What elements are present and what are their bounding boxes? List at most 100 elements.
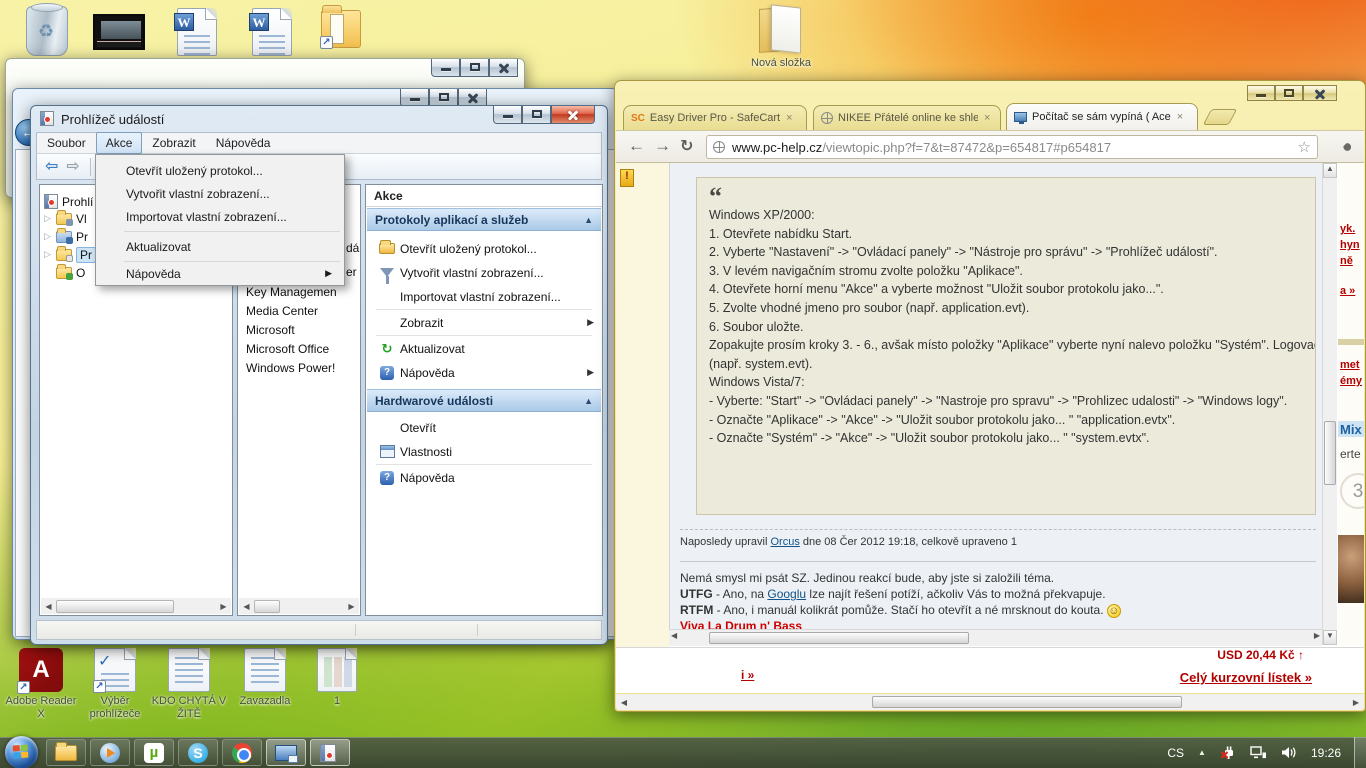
- horizontal-scrollbar[interactable]: ◀ ▶: [239, 598, 359, 614]
- forward-arrow-icon[interactable]: ⇨: [66, 159, 79, 175]
- taskbar-utorrent[interactable]: µ: [134, 739, 174, 766]
- sidebar-link[interactable]: émy: [1340, 375, 1362, 387]
- scrollbar-thumb[interactable]: [709, 632, 969, 644]
- taskbar-windows-explorer[interactable]: [46, 739, 86, 766]
- desktop-icon-word-document-1[interactable]: W: [158, 8, 236, 56]
- expand-icon[interactable]: ▷: [44, 249, 56, 260]
- sidebar-link[interactable]: hyn: [1340, 239, 1360, 251]
- tab-close-icon[interactable]: ×: [786, 112, 792, 124]
- titlebar[interactable]: Prohlížeč událostí: [31, 106, 607, 132]
- tree-item-vlastni-zobrazeni[interactable]: ▷ Vl: [44, 210, 87, 227]
- volume-icon[interactable]: [1281, 746, 1297, 759]
- browser-window[interactable]: SC Easy Driver Pro - SafeCart × NIKEE Př…: [614, 80, 1366, 712]
- back-button[interactable]: ←: [628, 136, 645, 156]
- tab-pocitac-se-sam-vypina[interactable]: Počítač se sám vypíná ( Ace ×: [1006, 103, 1198, 130]
- actions-group-hardwarove[interactable]: Hardwarové události ▲: [367, 389, 601, 412]
- menu-akce[interactable]: Akce: [96, 132, 143, 154]
- tab-close-icon[interactable]: ×: [984, 112, 990, 124]
- list-item[interactable]: Windows Power!: [246, 361, 335, 375]
- scroll-right-icon[interactable]: ▶: [344, 602, 359, 611]
- tree-item-protokoly-windows[interactable]: ▷ Pr: [44, 228, 88, 245]
- scroll-up-icon[interactable]: ▲: [1323, 163, 1337, 178]
- sidebar-link[interactable]: a »: [1340, 285, 1355, 297]
- scroll-left-icon[interactable]: ◀: [671, 631, 677, 640]
- minimize-button[interactable]: [431, 59, 460, 77]
- menu-item-create-custom-view[interactable]: Vytvořit vlastní zobrazení...: [98, 182, 342, 205]
- new-tab-button[interactable]: [1203, 109, 1238, 125]
- taskbar-chrome[interactable]: [222, 739, 262, 766]
- scroll-right-icon[interactable]: ▶: [1348, 698, 1364, 707]
- maximize-button[interactable]: [460, 59, 489, 77]
- scrollbar-thumb[interactable]: [56, 600, 174, 613]
- maximize-button[interactable]: [1275, 85, 1303, 101]
- action-open[interactable]: Otevřít: [374, 416, 594, 439]
- expand-icon[interactable]: ▷: [44, 213, 56, 224]
- menu-item-open-saved-log[interactable]: Otevřít uložený protokol...: [98, 159, 342, 182]
- scroll-left-icon[interactable]: ◀: [41, 602, 56, 611]
- sidebar-link[interactable]: yk.: [1340, 223, 1355, 235]
- tab-easy-driver-pro[interactable]: SC Easy Driver Pro - SafeCart ×: [623, 105, 807, 130]
- action-help-submenu[interactable]: ? Nápověda ▶: [374, 361, 594, 384]
- back-arrow-icon[interactable]: ⇦: [45, 159, 58, 175]
- action-refresh[interactable]: ↻ Aktualizovat: [374, 337, 594, 360]
- more-link[interactable]: i »: [741, 668, 754, 682]
- scrollbar-thumb[interactable]: [254, 600, 280, 613]
- sidebar-link[interactable]: met: [1340, 359, 1360, 371]
- taskbar-remote-viewer[interactable]: [266, 739, 306, 766]
- collapse-icon[interactable]: ▲: [584, 215, 593, 225]
- currency-list-link[interactable]: Celý kurzovní lístek »: [1180, 670, 1312, 685]
- menu-zobrazit[interactable]: Zobrazit: [142, 132, 205, 154]
- menu-item-refresh[interactable]: Aktualizovat: [98, 235, 342, 258]
- action-import-custom-view[interactable]: Importovat vlastní zobrazení...: [374, 285, 594, 308]
- sidebar-link[interactable]: ně: [1340, 255, 1353, 267]
- tree-item-protokoly-aplikaci[interactable]: ▷ Pr: [44, 246, 96, 263]
- action-view-submenu[interactable]: Zobrazit ▶: [374, 311, 594, 334]
- desktop-icon-vyber-prohlizece[interactable]: ✓ ↗ Výběr prohlížeče: [76, 648, 154, 721]
- start-button[interactable]: [5, 736, 38, 768]
- menu-soubor[interactable]: Soubor: [37, 132, 96, 154]
- maximize-button[interactable]: [522, 106, 551, 124]
- list-item[interactable]: Media Center: [246, 304, 318, 318]
- scroll-down-icon[interactable]: ▼: [1323, 630, 1337, 645]
- taskbar-skype[interactable]: S: [178, 739, 218, 766]
- actions-group-protokoly[interactable]: Protokoly aplikací a služeb ▲: [367, 208, 601, 231]
- taskbar-media-player[interactable]: [90, 739, 130, 766]
- language-indicator[interactable]: CS: [1167, 746, 1184, 760]
- close-button[interactable]: [489, 59, 518, 77]
- power-error-icon[interactable]: [1220, 746, 1236, 760]
- list-item[interactable]: Microsoft Office: [246, 342, 329, 356]
- address-bar[interactable]: www.pc-help.cz/viewtopic.php?f=7&t=87472…: [706, 135, 1318, 159]
- scrollbar-thumb[interactable]: [872, 696, 1182, 708]
- google-link[interactable]: Googlu: [767, 587, 806, 601]
- reload-button[interactable]: ↻: [680, 136, 693, 156]
- desktop-icon-kdo-chyta[interactable]: KDO CHYTÁ V ŽITĚ: [150, 648, 228, 721]
- desktop-icon-folder-shortcut[interactable]: ↗: [302, 10, 380, 48]
- desktop-icon-recycle-bin[interactable]: ♻: [8, 6, 86, 56]
- author-link[interactable]: Orcus: [771, 536, 800, 548]
- show-desktop-button[interactable]: [1354, 737, 1366, 768]
- desktop-icon-1[interactable]: 1: [298, 648, 376, 708]
- list-item[interactable]: er: [346, 265, 357, 279]
- hidden-icons-button[interactable]: ▲: [1198, 748, 1206, 757]
- desktop-icon-word-document-2[interactable]: W: [233, 8, 311, 56]
- action-help[interactable]: ? Nápověda: [374, 466, 594, 489]
- scroll-right-icon[interactable]: ▶: [216, 602, 231, 611]
- minimize-button[interactable]: [1247, 85, 1275, 101]
- list-item[interactable]: Microsoft: [246, 323, 295, 337]
- collapse-icon[interactable]: ▲: [584, 396, 593, 406]
- close-button[interactable]: [1303, 85, 1337, 101]
- desktop-icon-adobe-reader[interactable]: A ↗ Adobe Reader X: [2, 648, 80, 721]
- menu-item-import-custom-view[interactable]: Importovat vlastní zobrazení...: [98, 205, 342, 228]
- bookmark-star-icon[interactable]: ☆: [1298, 138, 1311, 156]
- scroll-right-icon[interactable]: ▶: [1314, 631, 1320, 640]
- scrollbar-thumb[interactable]: [1324, 421, 1336, 485]
- inner-horizontal-scrollbar[interactable]: ◀ ▶: [669, 629, 1322, 646]
- menu-napoveda[interactable]: Nápověda: [206, 132, 281, 154]
- action-create-custom-view[interactable]: Vytvořit vlastní zobrazení...: [374, 261, 594, 284]
- scroll-left-icon[interactable]: ◀: [616, 698, 632, 707]
- tree-item-root[interactable]: Prohlí: [44, 193, 93, 210]
- window-horizontal-scrollbar[interactable]: ◀ ▶: [616, 694, 1364, 710]
- desktop-icon-zavazadla[interactable]: Zavazadla: [226, 648, 304, 708]
- list-item[interactable]: dá: [346, 241, 359, 255]
- list-item[interactable]: Key Managemen: [246, 285, 337, 299]
